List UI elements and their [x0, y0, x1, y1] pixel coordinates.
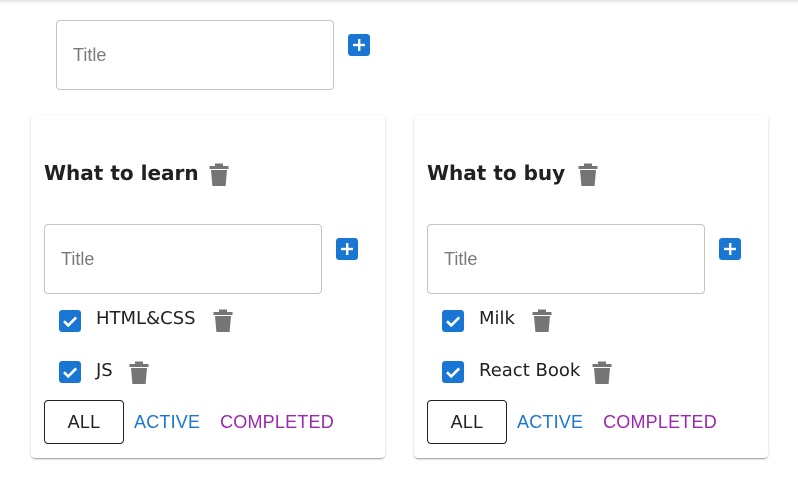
- add-box-icon: [724, 243, 736, 255]
- task-label[interactable]: Milk: [479, 308, 515, 329]
- todolist-title[interactable]: What to buy: [427, 161, 565, 185]
- new-list-title-field[interactable]: [56, 20, 334, 90]
- task-label[interactable]: JS: [96, 360, 113, 381]
- task-label[interactable]: HTML&CSS: [96, 308, 196, 329]
- new-list-title-input[interactable]: [57, 21, 333, 89]
- trash-icon: [209, 163, 229, 186]
- todolist-title[interactable]: What to learn: [44, 161, 199, 185]
- filter-all-button[interactable]: ALL: [427, 400, 507, 444]
- check-icon: [63, 316, 78, 328]
- trash-icon: [578, 163, 598, 186]
- delete-list-button[interactable]: [578, 163, 598, 187]
- delete-task-button[interactable]: [213, 309, 233, 333]
- delete-list-button[interactable]: [209, 163, 229, 187]
- filter-completed-button[interactable]: COMPLETED: [220, 400, 334, 444]
- filter-all-button[interactable]: ALL: [44, 400, 124, 444]
- delete-task-button[interactable]: [592, 361, 612, 385]
- filter-active-button[interactable]: ACTIVE: [134, 400, 200, 444]
- delete-task-button[interactable]: [129, 361, 149, 385]
- trash-icon: [129, 361, 149, 384]
- add-box-icon: [341, 243, 353, 255]
- check-icon: [446, 367, 461, 379]
- check-icon: [63, 367, 78, 379]
- task-checkbox[interactable]: [442, 361, 464, 383]
- todolist-card-learn: What to learn HTML&CSS JS: [31, 115, 385, 458]
- trash-icon: [213, 309, 233, 332]
- check-icon: [446, 316, 461, 328]
- new-task-title-field[interactable]: [427, 224, 705, 294]
- add-task-button[interactable]: [719, 238, 741, 260]
- trash-icon: [592, 361, 612, 384]
- add-task-button[interactable]: [336, 238, 358, 260]
- trash-icon: [532, 309, 552, 332]
- new-task-title-field[interactable]: [44, 224, 322, 294]
- todolist-card-buy: What to buy Milk React Boo: [414, 115, 768, 458]
- task-checkbox[interactable]: [442, 310, 464, 332]
- add-list-button[interactable]: [348, 34, 370, 56]
- new-task-title-input[interactable]: [428, 225, 704, 293]
- task-label[interactable]: React Book: [479, 360, 580, 381]
- delete-task-button[interactable]: [532, 309, 552, 333]
- task-checkbox[interactable]: [59, 361, 81, 383]
- task-checkbox[interactable]: [59, 310, 81, 332]
- app-bar-shadow: [0, 0, 798, 4]
- filter-completed-button[interactable]: COMPLETED: [603, 400, 717, 444]
- new-task-title-input[interactable]: [45, 225, 321, 293]
- filter-active-button[interactable]: ACTIVE: [517, 400, 583, 444]
- add-box-icon: [353, 39, 365, 51]
